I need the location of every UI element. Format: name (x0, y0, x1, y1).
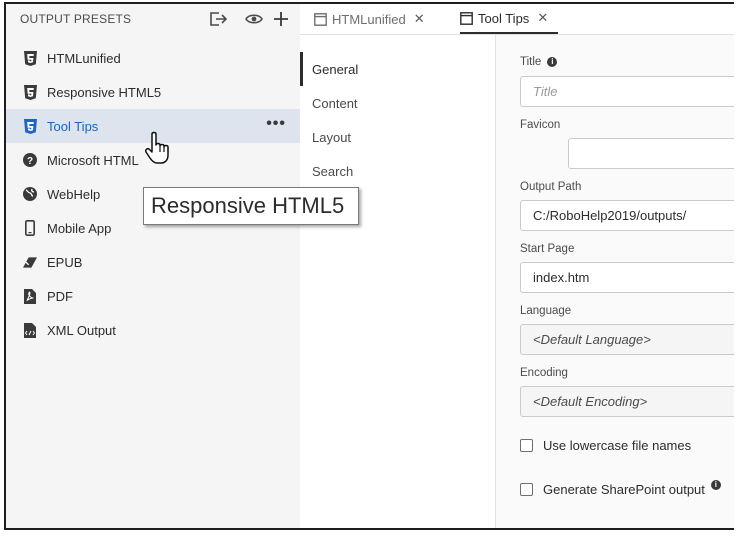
tab-label: HTMLunified (332, 11, 406, 27)
plus-icon[interactable] (270, 8, 292, 30)
more-options-icon[interactable]: ••• (266, 115, 286, 133)
lowercase-checkbox[interactable] (520, 439, 533, 452)
html5-icon (23, 50, 37, 66)
question-circle-icon: ? (23, 152, 37, 168)
encoding-label: Encoding (520, 367, 568, 379)
tab-htmlunified[interactable]: HTMLunified ✕ (314, 4, 425, 34)
globe-icon (23, 186, 37, 202)
nav-item-general[interactable]: General (300, 52, 496, 86)
preset-item-htmlunified[interactable]: HTMLunified (6, 41, 300, 75)
language-label: Language (520, 305, 572, 317)
panel-header: OUTPUT PRESETS (6, 4, 300, 34)
preset-label: Tool Tips (47, 119, 99, 134)
preset-label: EPUB (47, 255, 83, 270)
robohelp-window: OUTPUT PRESETS HTMLunified Responsive HT… (4, 2, 734, 530)
lowercase-checkbox-row[interactable]: Use lowercase file names (520, 438, 691, 453)
nav-item-layout[interactable]: Layout (300, 120, 496, 154)
output-presets-panel: OUTPUT PRESETS HTMLunified Responsive HT… (6, 4, 300, 528)
title-label-row: Title i (520, 56, 558, 68)
sharepoint-checkbox-row[interactable]: Generate SharePoint output i (520, 479, 721, 497)
info-icon[interactable]: i (547, 56, 558, 67)
pdf-icon (23, 288, 37, 304)
preset-item-epub[interactable]: EPUB (6, 245, 300, 279)
export-icon[interactable] (207, 8, 229, 30)
tab-bar: HTMLunified ✕ Tool Tips ✕ (300, 4, 734, 34)
eraser-icon (23, 254, 37, 270)
title-input[interactable]: Title (520, 76, 734, 107)
nav-label: Layout (312, 129, 352, 145)
settings-nav: General Content Layout Search (300, 35, 496, 528)
general-settings-form: Title i Title Favicon Output Path C:/Robo… (496, 35, 734, 528)
start-page-label: Start Page (520, 243, 575, 255)
tab-tool-tips[interactable]: Tool Tips ✕ (460, 4, 559, 34)
html5-icon (23, 118, 37, 134)
sharepoint-checkbox[interactable] (520, 483, 533, 496)
preset-label: HTMLunified (47, 51, 121, 66)
close-icon[interactable]: ✕ (414, 11, 425, 27)
document-tab-icon (314, 12, 327, 26)
preset-item-pdf[interactable]: PDF (6, 279, 300, 313)
start-page-input[interactable]: index.htm (520, 262, 734, 293)
info-icon[interactable]: i (710, 479, 721, 490)
preset-label: XML Output (47, 323, 116, 338)
preset-item-xml-output[interactable]: XML Output (6, 313, 300, 347)
eye-icon[interactable] (243, 8, 265, 30)
nav-label: Search (312, 163, 354, 179)
favicon-input[interactable] (568, 138, 734, 169)
panel-title: OUTPUT PRESETS (20, 12, 132, 26)
mobile-icon (23, 220, 37, 236)
preset-label: Microsoft HTML (47, 153, 139, 168)
output-path-label: Output Path (520, 181, 582, 193)
encoding-select[interactable]: <Default Encoding> (520, 386, 734, 417)
html5-icon (23, 84, 37, 100)
close-icon[interactable]: ✕ (537, 10, 548, 26)
tooltip: Responsive HTML5 (143, 187, 359, 225)
nav-label: Content (312, 95, 358, 111)
preset-label: WebHelp (47, 187, 101, 202)
preset-label: PDF (47, 289, 73, 304)
svg-text:?: ? (27, 156, 33, 167)
nav-item-content[interactable]: Content (300, 86, 496, 120)
document-tab-icon (460, 11, 473, 25)
output-path-input[interactable]: C:/RoboHelp2019/outputs/ (520, 200, 734, 231)
language-select[interactable]: <Default Language> (520, 324, 734, 355)
lowercase-label: Use lowercase file names (543, 438, 692, 453)
nav-label: General (312, 61, 359, 77)
preset-label: Mobile App (47, 221, 112, 236)
sharepoint-label: Generate SharePoint output (543, 482, 705, 497)
preset-item-responsive-html5[interactable]: Responsive HTML5 (6, 75, 300, 109)
preset-label: Responsive HTML5 (47, 85, 162, 100)
xml-file-icon (23, 322, 37, 338)
nav-item-search[interactable]: Search (300, 154, 496, 188)
tab-label: Tool Tips (478, 10, 530, 26)
favicon-label: Favicon (520, 119, 561, 131)
hand-cursor-icon (145, 131, 169, 164)
title-label: Title (520, 56, 542, 68)
